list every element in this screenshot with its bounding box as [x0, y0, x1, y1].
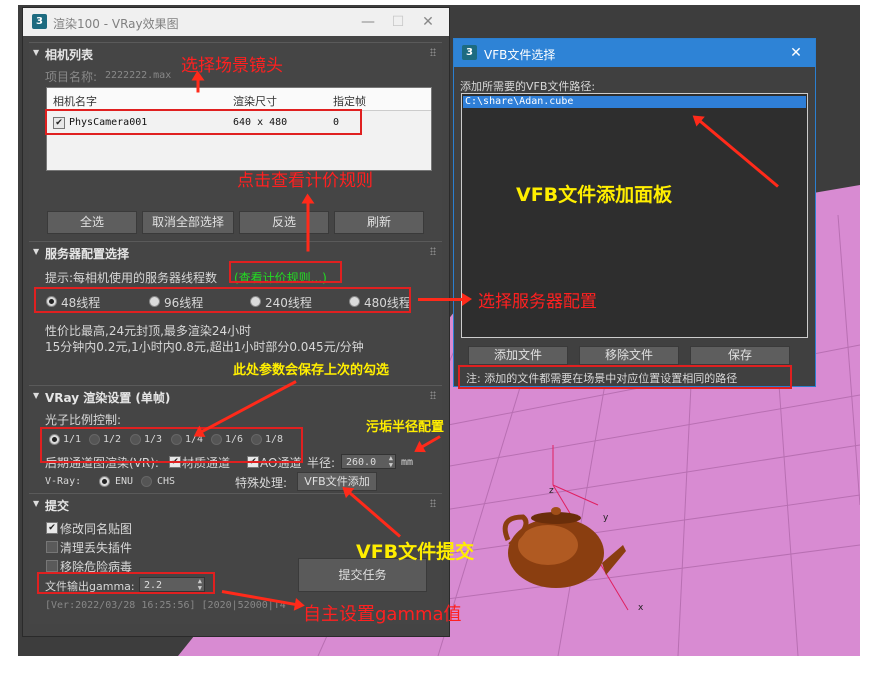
add-file-button[interactable]: 添加文件: [468, 346, 568, 365]
vfb-add-button[interactable]: VFB文件添加: [297, 472, 377, 491]
list-item[interactable]: C:\share\Adan.cube: [463, 96, 806, 108]
deselect-all-button[interactable]: 取消全部选择: [142, 211, 234, 234]
svg-text:x: x: [638, 603, 644, 613]
grip-icon[interactable]: [430, 499, 436, 507]
clean-plugins-label: 清理丢失插件: [60, 539, 132, 556]
photon-ratio-label: 光子比例控制:: [45, 411, 121, 428]
annotation-vfb-panel: VFB文件添加面板: [516, 180, 672, 207]
svg-text:y: y: [603, 513, 609, 523]
clean-plugins-checkbox[interactable]: [46, 541, 58, 553]
app-icon: 3: [32, 14, 47, 29]
vfb-window-title: VFB文件选择: [484, 46, 555, 63]
annotation-view-pricing: 点击查看计价规则: [237, 166, 373, 191]
main-titlebar: 3 渲染100 - VRay效果图 — ☐ ✕: [23, 8, 449, 36]
svg-text:z: z: [549, 486, 554, 496]
arrow-pricing: [307, 200, 310, 252]
thread-options-highlight: [34, 287, 411, 313]
col-camera-name[interactable]: 相机名字: [53, 93, 97, 109]
close-icon[interactable]: ✕: [413, 12, 443, 32]
camera-row-highlight: [45, 109, 362, 135]
radius-label: 半径:: [307, 454, 335, 471]
vray-params-highlight: [40, 427, 303, 463]
refresh-button[interactable]: 刷新: [334, 211, 424, 234]
lang-label-enu: ENU: [115, 476, 133, 487]
arrow-camera: [197, 77, 200, 93]
radius-spinner[interactable]: 260.0 ▲▼: [341, 454, 396, 469]
collapse-triangle-icon: ▼: [33, 391, 39, 400]
pricing-link-highlight: [229, 261, 342, 283]
grip-icon[interactable]: [430, 48, 436, 56]
vray-lang-label: V-Ray:: [45, 476, 81, 487]
server-config-header[interactable]: ▼ 服务器配置选择: [29, 242, 442, 262]
vfb-window: 3 VFB文件选择 ✕ 添加所需要的VFB文件路径: C:\share\Adan…: [453, 38, 816, 387]
annotation-dirt-radius: 污垢半径配置: [366, 416, 444, 435]
vray-settings-header[interactable]: ▼ VRay 渲染设置 (单帧): [29, 386, 442, 406]
main-window-title: 渲染100 - VRay效果图: [53, 15, 179, 32]
save-button[interactable]: 保存: [690, 346, 790, 365]
annotation-params-saved: 此处参数会保存上次的勾选: [233, 359, 389, 378]
vfb-path-label: 添加所需要的VFB文件路径:: [460, 78, 595, 94]
annotation-vfb-submit: VFB文件提交: [356, 537, 474, 564]
price-info-line1: 性价比最高,24元封顶,最多渲染24小时: [45, 322, 251, 339]
app-icon: 3: [462, 45, 477, 60]
close-icon[interactable]: ✕: [781, 43, 811, 63]
vfb-note-highlight: [458, 365, 792, 389]
lang-label-chs: CHS: [157, 476, 175, 487]
camera-list-title: 相机列表: [45, 46, 93, 63]
annotation-select-camera: 选择场景镜头: [181, 51, 283, 76]
special-process-label: 特殊处理:: [235, 474, 287, 491]
price-info-line2: 15分钟内0.2元,1小时内0.8元,超出1小时部分0.045元/分钟: [45, 338, 364, 355]
annotation-select-server: 选择服务器配置: [478, 287, 597, 312]
grip-icon[interactable]: [430, 247, 436, 255]
col-render-size[interactable]: 渲染尺寸: [233, 93, 277, 109]
project-label: 项目名称:: [45, 68, 97, 85]
radius-value: 260.0: [346, 457, 376, 468]
annotation-gamma: 自主设置gamma值: [303, 600, 462, 626]
arrow-server: [418, 298, 466, 301]
grip-icon[interactable]: [430, 391, 436, 399]
remove-file-button[interactable]: 移除文件: [579, 346, 679, 365]
invert-selection-button[interactable]: 反选: [239, 211, 329, 234]
maximize-icon[interactable]: ☐: [383, 12, 413, 32]
collapse-triangle-icon: ▼: [33, 48, 39, 57]
collapse-triangle-icon: ▼: [33, 247, 39, 256]
vfb-titlebar: 3 VFB文件选择 ✕: [454, 39, 815, 67]
remove-virus-checkbox[interactable]: [46, 560, 58, 572]
spinner-arrows-icon[interactable]: ▲▼: [389, 455, 393, 469]
minimize-icon[interactable]: —: [353, 12, 383, 32]
camera-table-header: 相机名字 渲染尺寸 指定帧: [47, 88, 431, 111]
collapse-triangle-icon: ▼: [33, 499, 39, 508]
lang-radio-chs[interactable]: [141, 476, 152, 487]
rename-textures-checkbox[interactable]: ✔: [46, 522, 58, 534]
lang-radio-enu[interactable]: [99, 476, 110, 487]
select-all-button[interactable]: 全选: [47, 211, 137, 234]
gamma-highlight: [37, 572, 215, 594]
vray-settings-title: VRay 渲染设置 (单帧): [45, 389, 170, 406]
submit-title: 提交: [45, 497, 69, 514]
server-config-title: 服务器配置选择: [45, 245, 129, 262]
thread-hint: 提示:每相机使用的服务器线程数: [45, 269, 217, 286]
col-frame[interactable]: 指定帧: [333, 93, 366, 109]
project-name: 2222222.max: [105, 70, 171, 81]
version-text: [Ver:2022/03/28 16:25:56] [2020|52000|T4: [45, 600, 295, 611]
radius-unit: mm: [401, 457, 413, 468]
rename-textures-label: 修改同名贴图: [60, 520, 132, 537]
submit-header[interactable]: ▼ 提交: [29, 494, 442, 514]
